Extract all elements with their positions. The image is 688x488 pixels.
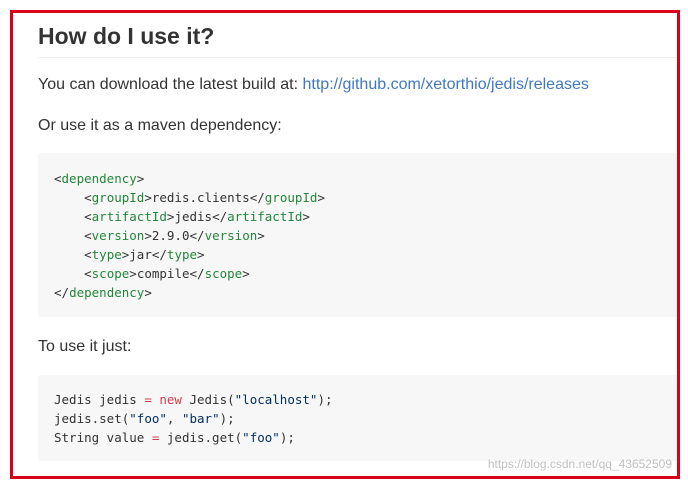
code-keyword: new — [159, 392, 182, 407]
download-paragraph: You can download the latest build at: ht… — [38, 76, 589, 94]
code-string: "foo" — [242, 430, 280, 445]
code-text: ); — [219, 411, 235, 426]
code-line: <artifactId>jedis</artifactId> — [54, 209, 310, 224]
xml-value: jedis — [174, 209, 213, 224]
heading-divider — [38, 57, 677, 58]
watermark-text: https://blog.csdn.net/qq_43652509 — [487, 457, 672, 471]
xml-value: 2.9.0 — [151, 228, 190, 243]
code-text: Jedis( — [181, 392, 235, 407]
xml-tag: groupId — [91, 190, 145, 205]
code-string: "localhost" — [234, 392, 318, 407]
xml-tag: dependency — [61, 171, 137, 186]
java-code-block: Jedis jedis = new Jedis("localhost"); je… — [38, 375, 677, 461]
code-text: Jedis jedis — [54, 392, 145, 407]
xml-value: redis.clients — [151, 190, 250, 205]
xml-tag: version — [204, 228, 258, 243]
screenshot-canvas: How do I use it? You can download the la… — [0, 0, 688, 488]
xml-value: compile — [136, 266, 190, 281]
maven-code-block: <dependency> <groupId>redis.clients</gro… — [38, 153, 677, 317]
readme-section: How do I use it? You can download the la… — [38, 13, 677, 476]
code-line: jedis.set("foo", "bar"); — [54, 409, 235, 428]
code-line: String value = jedis.get("foo"); — [54, 428, 295, 447]
xml-tag: artifactId — [91, 209, 167, 224]
xml-tag: type — [166, 247, 198, 262]
code-text: jedis.get( — [159, 430, 243, 445]
xml-tag: scope — [204, 266, 243, 281]
code-line: <groupId>redis.clients</groupId> — [54, 190, 325, 205]
code-text: jedis.set( — [54, 411, 130, 426]
section-heading: How do I use it? — [38, 23, 215, 49]
code-string: "bar" — [181, 411, 220, 426]
code-line: <dependency> — [54, 171, 145, 186]
xml-tag: type — [91, 247, 122, 262]
code-text: ); — [279, 430, 295, 445]
xml-tag: groupId — [264, 190, 318, 205]
xml-tag: version — [91, 228, 145, 243]
code-operator: = — [144, 392, 152, 407]
xml-tag: artifactId — [227, 209, 303, 224]
download-text: You can download the latest build at: — [38, 76, 303, 93]
xml-tag: dependency — [69, 285, 145, 300]
code-line: <type>jar</type> — [54, 247, 205, 262]
code-text: , — [166, 411, 182, 426]
code-line: <scope>compile</scope> — [54, 266, 250, 281]
releases-link[interactable]: http://github.com/xetorthio/jedis/releas… — [303, 76, 589, 93]
code-line: <version>2.9.0</version> — [54, 228, 265, 243]
code-line: Jedis jedis = new Jedis("localhost"); — [54, 390, 333, 409]
code-line: </dependency> — [54, 285, 152, 300]
xml-value: jar — [129, 247, 152, 262]
code-text: ); — [317, 392, 333, 407]
usage-paragraph: To use it just: — [38, 338, 132, 355]
maven-paragraph: Or use it as a maven dependency: — [38, 117, 282, 134]
xml-tag: scope — [91, 266, 130, 281]
code-text: String value — [54, 430, 152, 445]
code-string: "foo" — [129, 411, 167, 426]
highlight-frame: How do I use it? You can download the la… — [10, 10, 680, 479]
